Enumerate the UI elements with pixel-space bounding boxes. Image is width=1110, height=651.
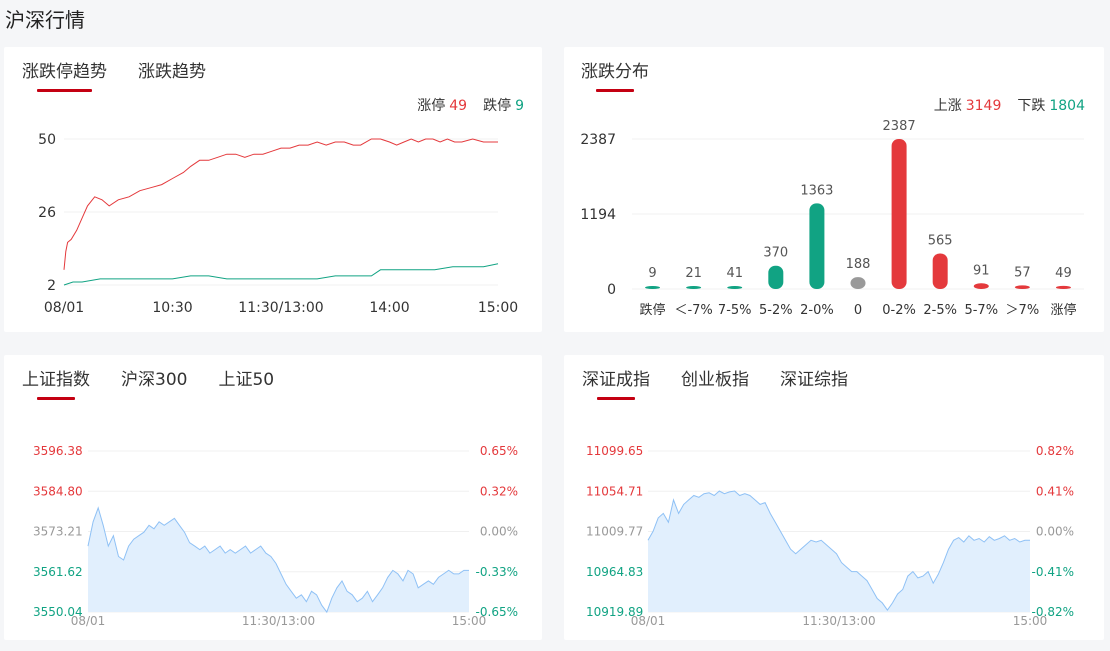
pct-tick-label: 0.00% (480, 525, 518, 539)
sh-index-card: 上证指数 沪深300 上证50 3596.38 0.65% 3584.80 0.32%… (4, 355, 542, 640)
category-label: 2-5% (923, 303, 957, 318)
pct-tick-label: -0.41% (1032, 565, 1074, 579)
limit-up-line (63, 138, 498, 270)
bar-value-label: 21 (685, 266, 702, 281)
bar (645, 286, 661, 289)
bar-value-label: 9 (648, 266, 656, 281)
sz-index-chart: 11099.65 0.82% 11054.71 0.41% 11009.77 0.00% 1… (586, 444, 1074, 628)
y-tick-label: 1194 (580, 207, 616, 223)
y-tick-label: 11099.65 (586, 444, 643, 458)
index-area (648, 491, 1030, 612)
distribution-chart: 2387 1194 0 9 跌停 21 ＜-7% 41 7-5% 370 5-2% 1363 2-0% 1… (580, 119, 1084, 318)
distribution-card: 涨跌分布 上涨 3149 下跌 1804 2387 1194 0 9 跌停 21 ＜-7% 41 7… (564, 47, 1104, 332)
category-label: 0 (854, 303, 862, 318)
category-label: 0-2% (882, 303, 916, 318)
y-tick-label: 3573.21 (33, 525, 83, 539)
y-tick-label: 26 (38, 205, 56, 221)
y-tick-label: 2387 (580, 132, 616, 148)
category-label: 5-2% (759, 303, 793, 318)
x-tick-label: 11:30/13:00 (242, 614, 315, 628)
bar-value-label: 370 (763, 246, 788, 261)
category-label: 7-5% (718, 303, 752, 318)
sz-index-card: 深证成指 创业板指 深证综指 11099.65 0.82% 11054.71 0.41… (564, 355, 1104, 640)
x-tick-label: 08/01 (71, 614, 106, 628)
y-tick-label: 11009.77 (586, 525, 643, 539)
x-tick-label: 08/01 (44, 300, 84, 316)
bar-value-label: 2387 (883, 119, 916, 134)
y-tick-label: 2 (47, 278, 56, 294)
y-tick-label: 0 (607, 282, 616, 298)
y-tick-label: 50 (38, 132, 56, 148)
page-title: 沪深行情 (5, 8, 85, 32)
x-tick-label: 11:30/13:00 (802, 614, 875, 628)
y-tick-label: 3584.80 (33, 484, 83, 498)
bar-value-label: 565 (928, 233, 953, 248)
bar-value-label: 91 (973, 263, 990, 278)
bar-value-label: 41 (726, 266, 743, 281)
limit-down-line (63, 263, 499, 286)
category-label: 跌停 (640, 302, 666, 318)
category-label: 2-0% (800, 303, 834, 318)
bar (973, 283, 989, 289)
x-tick-label: 11:30/13:00 (238, 300, 323, 316)
y-tick-label: 3596.38 (33, 444, 83, 458)
category-label: 涨停 (1050, 302, 1076, 318)
category-label: ＞7% (1006, 303, 1040, 318)
x-tick-label: 15:00 (478, 300, 518, 316)
index-area (88, 507, 469, 613)
bar (686, 286, 702, 289)
bar (850, 277, 866, 289)
bar (727, 286, 743, 289)
y-tick-label: 3561.62 (33, 565, 83, 579)
x-tick-label: 14:00 (369, 300, 409, 316)
limit-trend-card: 涨跌停趋势 涨跌趋势 涨停 49 跌停 9 50 26 2 08/01 10:30 11:30… (4, 47, 542, 332)
category-label: 5-7% (964, 303, 998, 318)
bar (932, 253, 948, 289)
x-tick-label: 08/01 (631, 614, 666, 628)
pct-tick-label: 0.32% (480, 484, 518, 498)
limit-trend-chart: 50 26 2 08/01 10:30 11:30/13:00 14:00 15:00 (38, 132, 518, 316)
bar-value-label: 188 (846, 257, 871, 272)
x-tick-label: 10:30 (152, 300, 192, 316)
pct-tick-label: 0.65% (480, 444, 518, 458)
bar (891, 139, 907, 289)
bar-value-label: 49 (1055, 266, 1072, 281)
bar-value-label: 1363 (800, 183, 833, 198)
x-tick-label: 15:00 (452, 614, 487, 628)
y-tick-label: 11054.71 (586, 484, 643, 498)
x-tick-label: 15:00 (1013, 614, 1048, 628)
bar (1055, 285, 1071, 289)
sh-index-chart: 3596.38 0.65% 3584.80 0.32% 3573.21 0.00% 3561… (33, 444, 518, 628)
pct-tick-label: 0.41% (1036, 484, 1074, 498)
category-label: ＜-7% (674, 303, 712, 318)
bar (809, 203, 825, 289)
pct-tick-label: 0.82% (1036, 444, 1074, 458)
y-tick-label: 10964.83 (586, 565, 643, 579)
bar (768, 265, 784, 289)
pct-tick-label: -0.33% (476, 565, 518, 579)
bar-value-label: 57 (1014, 265, 1031, 280)
bar (1014, 285, 1030, 289)
pct-tick-label: 0.00% (1036, 525, 1074, 539)
